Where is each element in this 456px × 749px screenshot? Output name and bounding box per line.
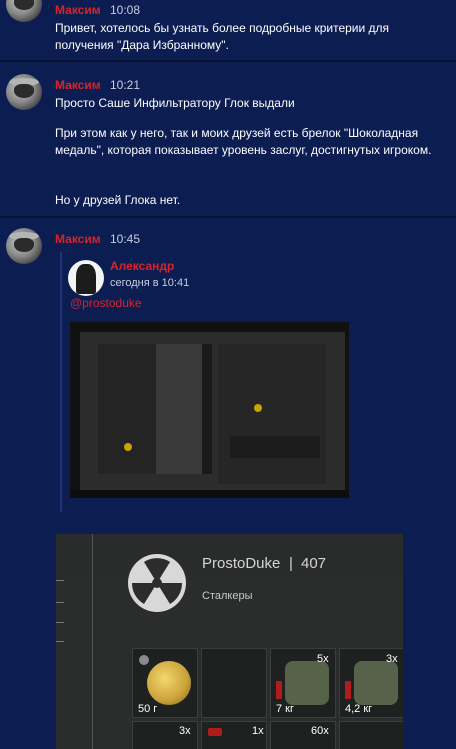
item-count: 3x: [386, 653, 398, 665]
inventory-slot[interactable]: 60x: [270, 721, 336, 749]
avatar[interactable]: [6, 74, 42, 110]
item-weight: 50 г: [138, 703, 158, 715]
game-profile-screenshot[interactable]: ProstoDuke | 407 Сталкеры 50 г 5x 7 кг 3…: [56, 534, 403, 749]
message-author[interactable]: Максим: [55, 232, 101, 246]
player-level: 407: [301, 555, 327, 572]
avatar[interactable]: [6, 228, 42, 264]
message-time: 10:08: [110, 3, 141, 17]
player-name: ProstoDuke: [202, 555, 281, 572]
item-count: 1x: [252, 725, 264, 737]
item-backpack-icon: [285, 661, 329, 705]
inventory-slot[interactable]: 3x 4,2 кг: [339, 648, 403, 718]
avatar[interactable]: [6, 0, 42, 22]
faction-icon: [128, 554, 186, 612]
message-text: При этом как у него, так и моих друзей е…: [55, 126, 432, 157]
quote-date: сегодня в 10:41: [110, 277, 190, 289]
inventory-slot[interactable]: 3x: [132, 721, 198, 749]
message-author[interactable]: Максим: [55, 78, 101, 92]
message-text: Просто Саше Инфильтратору Глок выдали: [55, 96, 295, 110]
quote-author[interactable]: Александр: [110, 259, 174, 273]
lock-icon: [139, 655, 149, 665]
item-count: 3x: [179, 725, 191, 737]
item-weight: 4,2 кг: [345, 703, 373, 715]
item-count: 5x: [317, 653, 329, 665]
message-time: 10:45: [110, 232, 141, 246]
inventory-slot[interactable]: 1x: [201, 721, 267, 749]
message: Максим 10:08 Привет, хотелось бы узнать …: [0, 0, 456, 62]
item-count: 60x: [311, 725, 329, 737]
inventory-slot[interactable]: [339, 721, 403, 749]
name-separator: |: [289, 555, 293, 572]
quote-block: Александр сегодня в 10:41 @prostoduke: [60, 252, 350, 512]
message: Максим 10:21 Просто Саше Инфильтратору Г…: [0, 62, 456, 218]
inventory-slot[interactable]: 5x 7 кг: [270, 648, 336, 718]
message-time: 10:21: [110, 78, 141, 92]
inventory-slot[interactable]: 50 г: [132, 648, 198, 718]
game-screenshot-thumbnail[interactable]: [70, 322, 349, 498]
inventory-slot[interactable]: [201, 648, 267, 718]
message-author[interactable]: Максим: [55, 3, 101, 17]
item-medal-icon: [147, 661, 191, 705]
quote-avatar[interactable]: [68, 260, 104, 296]
message-text: Привет, хотелось бы узнать более подробн…: [55, 21, 390, 52]
message-text: Но у друзей Глока нет.: [55, 193, 181, 207]
player-faction: Сталкеры: [202, 590, 253, 602]
item-weight: 7 кг: [276, 703, 294, 715]
game-screenshot-image: [70, 322, 349, 498]
item-backpack-icon: [354, 661, 398, 705]
quote-mention[interactable]: @prostoduke: [70, 296, 142, 310]
